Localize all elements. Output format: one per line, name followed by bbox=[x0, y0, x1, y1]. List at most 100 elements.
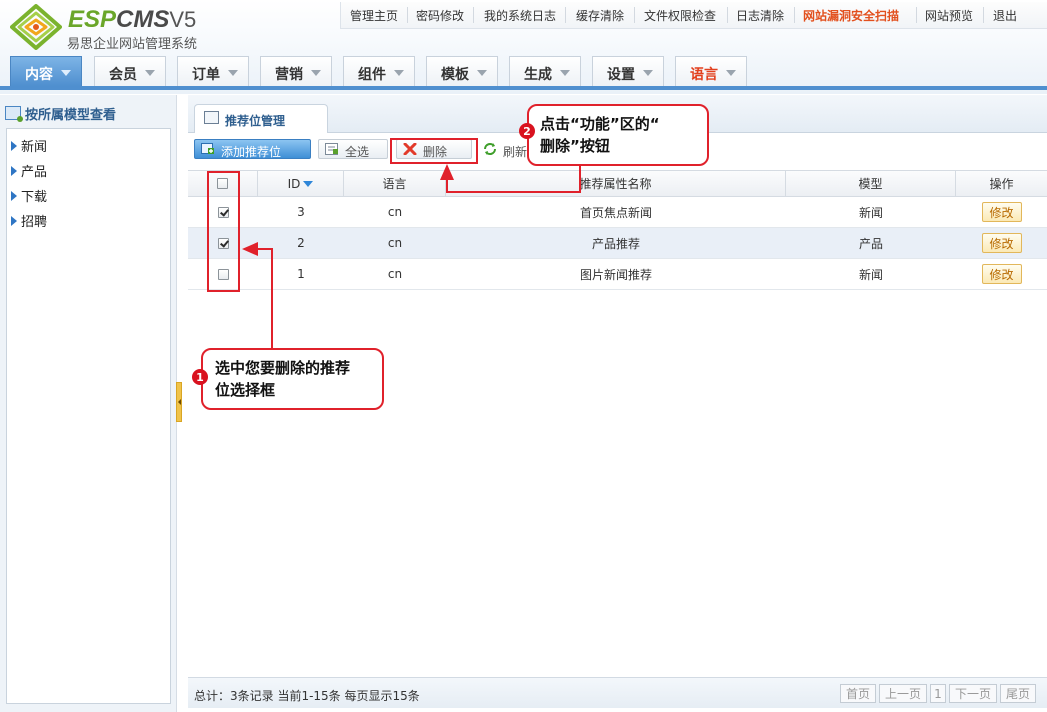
delete-highlight-box bbox=[390, 138, 478, 164]
table-header: ID 语言 推荐属性名称 模型 操作 bbox=[188, 170, 1047, 197]
logo-mark-icon bbox=[10, 4, 62, 50]
espcms-logo[interactable]: ESPCMSV5 易思企业网站管理系统 bbox=[10, 4, 220, 52]
pager-last[interactable]: 尾页 bbox=[1000, 684, 1036, 703]
topnav-divider bbox=[794, 7, 795, 23]
sidebar: 按所属模型查看 新闻 产品 下载 招聘 bbox=[0, 95, 177, 712]
nav-tab-marketing[interactable]: 营销 bbox=[260, 56, 332, 86]
brand-esp: ESP bbox=[68, 6, 117, 33]
nav-tab-widgets[interactable]: 组件 bbox=[343, 56, 415, 86]
nav-tab-template[interactable]: 模板 bbox=[426, 56, 498, 86]
row-lang: cn bbox=[387, 267, 403, 281]
table-row[interactable]: 3 cn 首页焦点新闻 新闻 修改 bbox=[188, 197, 1047, 228]
nav-tab-language[interactable]: 语言 bbox=[675, 56, 747, 86]
nav-underline bbox=[0, 86, 1047, 90]
row-id: 3 bbox=[297, 205, 305, 219]
sidebar-collapse-handle[interactable] bbox=[176, 382, 182, 422]
topnav-clear-log[interactable]: 日志清除 bbox=[736, 7, 784, 24]
nav-tab-label: 组件 bbox=[358, 67, 386, 83]
step1-callout: 选中您要删除的推荐 位选择框 bbox=[201, 348, 384, 410]
topnav-file-permission[interactable]: 文件权限检查 bbox=[644, 7, 716, 24]
row-name: 产品推荐 bbox=[591, 236, 640, 251]
topnav-logout[interactable]: 退出 bbox=[993, 7, 1017, 24]
header-lang-label: 语言 bbox=[382, 177, 407, 191]
refresh-label: 刷新 bbox=[503, 145, 528, 159]
sidebar-item-download[interactable]: 下载 bbox=[11, 186, 47, 205]
checkbox-highlight-box bbox=[207, 171, 240, 292]
topnav-preview[interactable]: 网站预览 bbox=[925, 7, 973, 24]
step2-line2: 删除”按钮 bbox=[540, 137, 610, 155]
caret-right-icon bbox=[11, 166, 17, 176]
edit-button[interactable]: 修改 bbox=[981, 264, 1022, 284]
table-row[interactable]: 1 cn 图片新闻推荐 新闻 修改 bbox=[188, 259, 1047, 290]
pager-next[interactable]: 下一页 bbox=[949, 684, 997, 703]
header-action-label: 操作 bbox=[989, 177, 1014, 191]
window-icon bbox=[204, 111, 219, 124]
step2-callout: 点击“功能”区的“ 删除”按钮 bbox=[527, 104, 709, 166]
header-model: 模型 bbox=[786, 171, 956, 196]
record-summary: 总计：3条记录 当前1-15条 每页显示15条 bbox=[194, 689, 420, 703]
nav-tab-order[interactable]: 订单 bbox=[177, 56, 249, 86]
row-model: 产品 bbox=[858, 236, 883, 251]
add-icon bbox=[201, 143, 214, 154]
row-id: 2 bbox=[297, 236, 305, 250]
sidebar-item-jobs[interactable]: 招聘 bbox=[11, 211, 47, 230]
chevron-down-icon bbox=[394, 70, 404, 76]
select-all-icon bbox=[325, 143, 338, 155]
step2-line1: 点击“功能”区的“ bbox=[540, 115, 660, 133]
topnav-password[interactable]: 密码修改 bbox=[416, 7, 464, 24]
pager-first[interactable]: 首页 bbox=[840, 684, 876, 703]
step1-line1: 选中您要删除的推荐 bbox=[215, 359, 351, 377]
row-action-cell: 修改 bbox=[956, 259, 1047, 289]
tab-recommend-manage[interactable]: 推荐位管理 bbox=[194, 104, 328, 133]
top-nav: 管理主页 密码修改 我的系统日志 缓存清除 文件权限检查 日志清除 网站漏洞安全… bbox=[340, 2, 1047, 29]
nav-tab-label: 内容 bbox=[25, 67, 53, 83]
add-recommend-button[interactable]: 添加推荐位 bbox=[194, 139, 311, 159]
nav-tab-content[interactable]: 内容 bbox=[10, 56, 82, 86]
add-recommend-label: 添加推荐位 bbox=[221, 145, 282, 159]
step2-badge: 2 bbox=[519, 123, 535, 139]
row-action-cell: 修改 bbox=[956, 228, 1047, 258]
sidebar-tree: 新闻 产品 下载 招聘 bbox=[6, 128, 171, 704]
pager-prev[interactable]: 上一页 bbox=[879, 684, 927, 703]
table-row[interactable]: 2 cn 产品推荐 产品 修改 bbox=[188, 228, 1047, 259]
pager-current[interactable]: 1 bbox=[930, 684, 946, 703]
nav-tab-member[interactable]: 会员 bbox=[94, 56, 166, 86]
row-model: 新闻 bbox=[858, 205, 883, 220]
sidebar-item-label: 新闻 bbox=[21, 140, 48, 155]
row-lang: cn bbox=[387, 205, 403, 219]
topnav-home[interactable]: 管理主页 bbox=[350, 7, 398, 24]
sidebar-item-product[interactable]: 产品 bbox=[11, 161, 47, 180]
chevron-down-icon bbox=[311, 70, 321, 76]
header-id[interactable]: ID bbox=[258, 171, 344, 196]
chevron-down-icon bbox=[726, 70, 736, 76]
caret-right-icon bbox=[11, 191, 17, 201]
topnav-system-log[interactable]: 我的系统日志 bbox=[484, 7, 556, 24]
edit-button[interactable]: 修改 bbox=[981, 233, 1022, 253]
app-header: ESPCMSV5 易思企业网站管理系统 管理主页 密码修改 我的系统日志 缓存清… bbox=[0, 0, 1047, 94]
select-all-button[interactable]: 全选 bbox=[318, 139, 388, 159]
topnav-clear-cache[interactable]: 缓存清除 bbox=[576, 7, 624, 24]
sidebar-item-news[interactable]: 新闻 bbox=[11, 136, 47, 155]
nav-tab-generate[interactable]: 生成 bbox=[509, 56, 581, 86]
edit-button[interactable]: 修改 bbox=[981, 202, 1022, 222]
nav-tab-label: 订单 bbox=[192, 67, 220, 83]
nav-tab-label: 营销 bbox=[275, 67, 303, 83]
caret-right-icon bbox=[11, 216, 17, 226]
sort-desc-icon bbox=[303, 180, 314, 187]
topnav-divider bbox=[916, 7, 917, 23]
refresh-icon bbox=[484, 143, 496, 155]
row-name: 首页焦点新闻 bbox=[579, 205, 652, 220]
row-action-cell: 修改 bbox=[956, 197, 1047, 227]
topnav-divider bbox=[565, 7, 566, 23]
nav-tab-label: 会员 bbox=[109, 67, 137, 83]
header-model-label: 模型 bbox=[858, 177, 883, 191]
nav-tab-settings[interactable]: 设置 bbox=[592, 56, 664, 86]
topnav-security-scan[interactable]: 网站漏洞安全扫描 bbox=[803, 7, 899, 24]
sidebar-item-label: 产品 bbox=[21, 165, 48, 180]
sidebar-title-text: 按所属模型查看 bbox=[25, 108, 117, 123]
nav-tab-label: 生成 bbox=[524, 67, 552, 83]
row-model: 新闻 bbox=[858, 267, 883, 282]
sidebar-item-label: 下载 bbox=[21, 190, 48, 205]
brand-subtitle: 易思企业网站管理系统 bbox=[67, 37, 198, 52]
row-lang: cn bbox=[387, 236, 403, 250]
